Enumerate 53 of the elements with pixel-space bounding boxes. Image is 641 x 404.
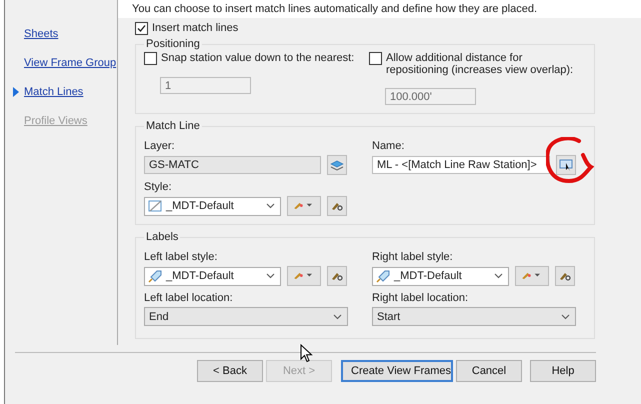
dialog-button[interactable]: < Back xyxy=(197,360,263,382)
style-details-button[interactable] xyxy=(327,266,347,286)
field-label: Right label style: xyxy=(372,251,454,263)
hand-drawn-circle-annotation xyxy=(546,137,594,183)
chevron-down-icon xyxy=(266,203,275,209)
left-label-style-dropdown[interactable]: _MDT-Default xyxy=(144,266,281,286)
checkbox-label: Insert match lines xyxy=(152,22,238,34)
chevron-down-icon xyxy=(333,314,342,320)
brush-magnifier-icon xyxy=(332,202,342,210)
field-label: Left label location: xyxy=(144,292,234,304)
line-style-icon xyxy=(148,200,162,212)
group-title: Positioning xyxy=(145,38,201,50)
window-pointer-icon xyxy=(559,159,573,171)
brush-magnifier-icon xyxy=(560,272,570,280)
field-label: Layer: xyxy=(144,140,176,152)
field-label: Left label style: xyxy=(144,251,218,263)
brush-magnifier-icon xyxy=(332,272,342,280)
step-link[interactable]: Sheets xyxy=(24,28,58,40)
style-dropdown[interactable]: _MDT-Default xyxy=(144,196,281,216)
layers-icon xyxy=(330,159,344,171)
style-details-button[interactable] xyxy=(327,196,347,216)
chevron-down-icon xyxy=(561,314,570,320)
tag-icon xyxy=(376,270,390,282)
group-title: Match Line xyxy=(145,120,201,132)
dialog-button[interactable]: Create View Frames xyxy=(341,360,453,382)
snap-checkbox[interactable] xyxy=(144,52,157,65)
allow-distance-checkbox[interactable] xyxy=(369,52,382,65)
dialog-button[interactable]: Help xyxy=(530,360,596,382)
checkbox-label: Allow additional distance for repositioning (increases view overlap): xyxy=(386,52,574,76)
step-link[interactable]: Match Lines xyxy=(24,86,84,98)
layer-field[interactable]: GS-MATC xyxy=(144,156,321,174)
left-label-location-dropdown[interactable]: End xyxy=(144,307,348,326)
dialog-button[interactable]: Cancel xyxy=(456,360,522,382)
group-title: Labels xyxy=(145,231,180,243)
insert-match-lines-checkbox[interactable] xyxy=(135,22,148,35)
right-label-style-dropdown[interactable]: _MDT-Default xyxy=(372,266,509,286)
name-field[interactable]: ML - <[Match Line Raw Station]> xyxy=(372,156,550,174)
distance-value-field[interactable]: 100.000' xyxy=(385,88,476,105)
tag-icon xyxy=(148,270,162,282)
style-details-button[interactable] xyxy=(555,266,575,286)
snap-value-field[interactable]: 1 xyxy=(160,77,251,94)
chevron-down-icon xyxy=(266,273,275,279)
layer-select-button[interactable] xyxy=(327,155,347,175)
name-template-button[interactable] xyxy=(556,155,576,175)
checkbox-label: Snap station value down to the nearest: xyxy=(161,52,354,64)
mouse-cursor-icon xyxy=(300,344,313,363)
intro-text: You can choose to insert match lines automatically and define how they are placed. xyxy=(118,0,641,18)
right-label-location-dropdown[interactable]: Start xyxy=(372,307,576,326)
field-label: Right label location: xyxy=(372,292,470,304)
field-label: Style: xyxy=(144,181,173,193)
field-label: Name: xyxy=(372,140,406,152)
chevron-down-icon xyxy=(494,273,503,279)
step-link[interactable]: View Frame Group xyxy=(24,57,116,69)
